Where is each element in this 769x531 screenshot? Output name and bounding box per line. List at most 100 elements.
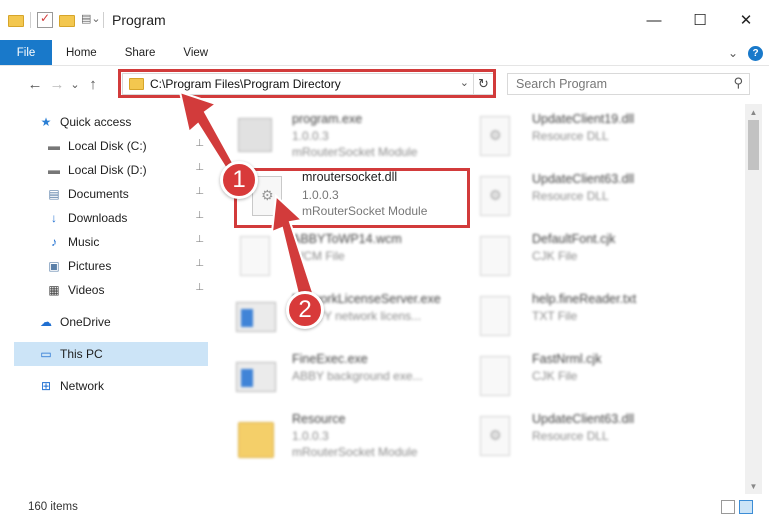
sidebar-item-onedrive[interactable]: ☁ OneDrive: [0, 310, 208, 334]
file-detail: Resource DLL: [532, 189, 609, 203]
sidebar-item-this-pc[interactable]: ▭ This PC: [14, 342, 208, 366]
document-file-icon: [234, 234, 276, 280]
help-icon[interactable]: ?: [748, 45, 763, 61]
tab-share[interactable]: Share: [111, 40, 170, 65]
minimize-button[interactable]: —: [631, 0, 677, 40]
folder-icon[interactable]: [8, 12, 24, 28]
ribbon-tabs: File Home Share View ⌄ ?: [0, 40, 769, 66]
sidebar-item-quick-access[interactable]: ★ Quick access: [0, 110, 208, 134]
search-input[interactable]: Search Program ⚲: [507, 73, 750, 95]
tab-view[interactable]: View: [169, 40, 222, 65]
file-detail: 1.0.0.3: [292, 129, 329, 143]
pin-icon[interactable]: ⊥: [195, 186, 204, 197]
search-icon[interactable]: ⚲: [733, 75, 743, 91]
item-count: 160 items: [28, 501, 78, 513]
tab-home[interactable]: Home: [52, 40, 111, 65]
expand-ribbon-icon[interactable]: ⌄: [728, 46, 738, 60]
sidebar-item-videos[interactable]: ▦ Videos ⊥: [0, 278, 208, 302]
sidebar-item-pictures[interactable]: ▣ Pictures ⊥: [0, 254, 208, 278]
file-item[interactable]: DefaultFont.cjk CJK File: [452, 228, 692, 288]
scroll-up-icon[interactable]: ▲: [745, 104, 762, 120]
selected-file-highlight-frame: [234, 168, 470, 228]
sidebar-item-downloads[interactable]: ↓ Downloads ⊥: [0, 206, 208, 230]
document-file-icon: [474, 354, 516, 400]
customize-toolbar-icon[interactable]: ▤⌄: [81, 12, 101, 28]
step-1-badge: 1: [220, 161, 258, 199]
close-button[interactable]: ✕: [723, 0, 769, 40]
star-icon: ★: [40, 115, 52, 129]
new-folder-icon[interactable]: [59, 12, 75, 28]
sidebar-item-network[interactable]: ⊞ Network: [0, 374, 208, 398]
sidebar-item-local-disk-c[interactable]: ▬ Local Disk (C:) ⊥: [0, 134, 208, 158]
pin-icon[interactable]: ⊥: [195, 258, 204, 269]
maximize-button[interactable]: ☐: [677, 0, 723, 40]
file-item[interactable]: program.exe 1.0.0.3 mRouterSocket Module: [212, 108, 452, 168]
status-bar: 160 items: [0, 496, 769, 518]
file-item[interactable]: NetworkLicenseServer.exe ABBYY network li…: [212, 288, 452, 348]
large-icons-view-icon[interactable]: [739, 500, 753, 514]
file-name: Resource: [292, 412, 346, 426]
file-name: UpdateClient63.dll: [532, 172, 635, 186]
file-item[interactable]: UpdateClient63.dll Resource DLL: [452, 168, 692, 228]
title-bar: ✓ ▤⌄ Program — ☐ ✕: [0, 0, 769, 40]
recent-locations-button[interactable]: ⌄: [68, 78, 82, 91]
sidebar-item-label: Pictures: [68, 259, 112, 273]
file-detail: TXT File: [532, 309, 578, 323]
file-item[interactable]: ABBYToWP14.wcm WCM File: [212, 228, 452, 288]
file-detail: ABBY background exe...: [292, 369, 423, 383]
scroll-down-icon[interactable]: ▼: [745, 478, 762, 494]
sidebar-item-label: Downloads: [68, 211, 128, 225]
file-name: DefaultFont.cjk: [532, 232, 616, 246]
sidebar-item-documents[interactable]: ▤ Documents ⊥: [0, 182, 208, 206]
search-placeholder: Search Program: [516, 77, 608, 91]
pin-icon[interactable]: ⊥: [195, 162, 204, 173]
tab-file[interactable]: File: [0, 40, 52, 65]
file-item[interactable]: UpdateClient63.dll Resource DLL: [452, 408, 692, 468]
pin-icon[interactable]: ⊥: [195, 234, 204, 245]
computer-icon: ▭: [40, 347, 52, 361]
divider: [30, 12, 31, 28]
file-item[interactable]: FastNrml.cjk CJK File: [452, 348, 692, 408]
up-button[interactable]: ↑: [82, 76, 104, 93]
sidebar-item-label: This PC: [60, 347, 103, 361]
pin-icon[interactable]: ⊥: [195, 282, 204, 293]
document-file-icon: [474, 234, 516, 280]
forward-button[interactable]: →: [46, 76, 68, 93]
dll-file-icon: [474, 414, 516, 460]
step-2-badge: 2: [286, 291, 324, 329]
file-detail: Resource DLL: [532, 429, 609, 443]
pin-icon[interactable]: ⊥: [195, 138, 204, 149]
file-name: UpdateClient19.dll: [532, 112, 635, 126]
file-name: FastNrml.cjk: [532, 352, 602, 366]
file-detail: CJK File: [532, 369, 578, 383]
vertical-scrollbar[interactable]: ▲ ▼: [745, 104, 762, 494]
navigation-pane: ★ Quick access ▬ Local Disk (C:) ⊥ ▬ Local Dis…: [0, 104, 212, 494]
sidebar-item-label: Documents: [68, 187, 129, 201]
documents-icon: ▤: [48, 187, 60, 201]
view-toggle: [721, 500, 753, 514]
file-item[interactable]: FineExec.exe ABBY background exe...: [212, 348, 452, 408]
dll-file-icon: [474, 174, 516, 220]
sidebar-item-music[interactable]: ♪ Music ⊥: [0, 230, 208, 254]
sidebar-item-local-disk-d[interactable]: ▬ Local Disk (D:) ⊥: [0, 158, 208, 182]
sidebar-item-label: Videos: [68, 283, 105, 297]
file-item[interactable]: UpdateClient19.dll Resource DLL: [452, 108, 692, 168]
application-icon: [234, 354, 276, 400]
file-item[interactable]: help.fineReader.txt TXT File: [452, 288, 692, 348]
videos-icon: ▦: [48, 283, 60, 297]
quick-access-toolbar: ✓ ▤⌄: [0, 11, 104, 28]
file-item[interactable]: Resource 1.0.0.3 mRouterSocket Module: [212, 408, 452, 468]
document-file-icon: [474, 294, 516, 340]
file-detail: Resource DLL: [532, 129, 609, 143]
application-icon: [234, 294, 276, 340]
file-name: ABBYToWP14.wcm: [292, 232, 402, 246]
pin-icon[interactable]: ⊥: [195, 210, 204, 221]
file-name: FineExec.exe: [292, 352, 368, 366]
sidebar-item-label: Network: [60, 379, 105, 393]
scroll-thumb[interactable]: [748, 120, 759, 170]
details-view-icon[interactable]: [721, 500, 735, 514]
back-button[interactable]: ←: [24, 76, 46, 93]
sidebar-item-label: Music: [68, 235, 100, 249]
properties-icon[interactable]: ✓: [37, 11, 53, 28]
file-detail: CJK File: [532, 249, 578, 263]
